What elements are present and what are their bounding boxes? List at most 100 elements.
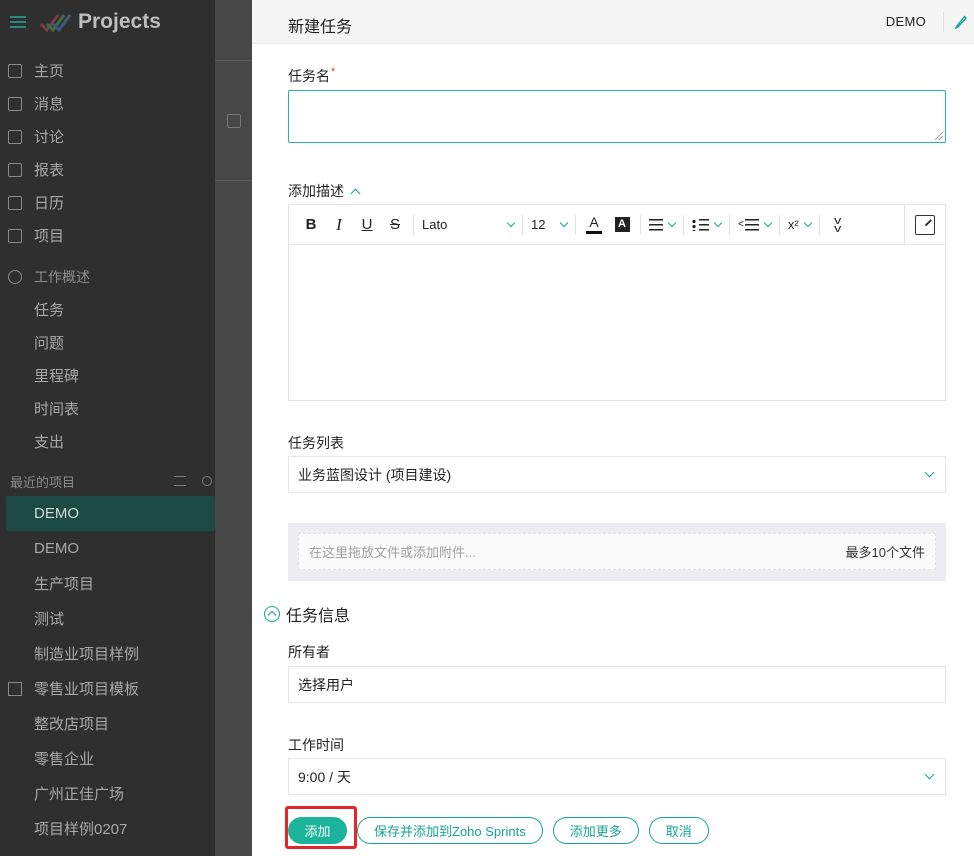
owner-value: 选择用户 <box>298 676 354 693</box>
background-color-button[interactable]: A <box>612 213 632 237</box>
sidebar-item-label: 报表 <box>34 162 65 179</box>
chevron-down-icon <box>667 218 677 227</box>
projects-logo-icon <box>39 14 72 33</box>
font-family-dropdown[interactable]: Lato <box>422 213 516 237</box>
board-icon <box>227 114 241 128</box>
divider <box>729 214 730 235</box>
chevron-down-icon <box>924 769 935 780</box>
description-label: 添加描述 <box>288 183 344 199</box>
superscript-dropdown[interactable]: x² <box>787 213 812 237</box>
search-icon[interactable] <box>202 476 212 486</box>
save-add-sprints-button[interactable]: 保存并添加到Zoho Sprints <box>357 817 543 844</box>
attachment-area: 在这里拖放文件或添加附件... 最多10个文件 <box>288 523 946 581</box>
projects-icon <box>8 228 22 243</box>
filter-icon[interactable] <box>174 476 186 486</box>
divider <box>778 214 780 235</box>
italic-button[interactable]: I <box>329 213 349 237</box>
indent-icon <box>744 218 759 231</box>
list-dropdown[interactable] <box>692 213 723 237</box>
work-time-select[interactable]: 9:00 / 天 <box>288 758 946 795</box>
divider <box>683 214 684 235</box>
align-left-icon <box>649 218 663 231</box>
double-chevron-down-icon: vv <box>834 214 842 235</box>
font-color-glyph: A <box>589 214 599 230</box>
superscript-glyph: x² <box>787 217 799 232</box>
font-color-button[interactable]: A <box>584 213 604 237</box>
collapse-circle-icon <box>8 269 22 284</box>
recent-project-label: 零售业项目模板 <box>34 681 140 698</box>
owner-label: 所有者 <box>288 644 330 660</box>
sidebar-item-label: 项目 <box>34 228 65 245</box>
sidebar-item-label: 主页 <box>34 63 65 80</box>
expand-editor-icon[interactable] <box>915 215 935 235</box>
attachment-placeholder: 在这里拖放文件或添加附件... <box>309 545 476 560</box>
chevron-up-icon <box>350 188 361 199</box>
required-mark: * <box>331 66 336 78</box>
editor-toolbar: B I U S Lato 12 A A < x² vv <box>289 205 945 245</box>
align-dropdown[interactable] <box>649 213 677 237</box>
template-icon <box>8 681 22 696</box>
cancel-button[interactable]: 取消 <box>648 817 709 844</box>
add-button[interactable]: 添加 <box>288 817 347 844</box>
feed-icon <box>8 96 22 111</box>
section-label: 工作概述 <box>34 268 90 285</box>
bold-button[interactable]: B <box>301 213 321 237</box>
attachment-dropzone[interactable]: 在这里拖放文件或添加附件... 最多10个文件 <box>298 533 936 570</box>
background-page <box>215 0 255 856</box>
description-textarea[interactable] <box>289 245 945 400</box>
work-time-label: 工作时间 <box>288 737 344 753</box>
more-tools-button[interactable]: vv <box>828 213 848 237</box>
task-name-input[interactable] <box>288 90 946 143</box>
divider <box>522 214 523 235</box>
chevron-down-icon <box>763 218 773 227</box>
add-more-button[interactable]: 添加更多 <box>552 817 639 844</box>
resize-grip-icon[interactable] <box>935 132 943 140</box>
recent-project-item[interactable]: DEMO <box>6 496 215 531</box>
sidebar-item-label: 讨论 <box>34 129 65 146</box>
description-toggle[interactable]: 添加描述 <box>288 181 361 201</box>
panel-title: 新建任务 <box>288 19 353 36</box>
divider <box>413 214 414 235</box>
owner-select[interactable]: 选择用户 <box>288 666 946 703</box>
underline-button[interactable]: U <box>357 213 377 237</box>
chevron-down-icon <box>924 467 935 478</box>
discuss-icon <box>8 129 22 144</box>
divider <box>640 214 641 235</box>
task-list-label: 任务列表 <box>288 435 344 451</box>
calendar-icon <box>8 195 22 210</box>
menu-icon[interactable] <box>10 16 26 28</box>
chevron-down-icon <box>713 218 723 227</box>
reports-icon <box>8 162 22 177</box>
task-list-select[interactable]: 业务蓝图设计 (项目建设) <box>288 456 946 493</box>
new-task-panel: 新建任务 DEMO 任务名* 添加描述 B I U S Lato 12 A A … <box>252 0 974 856</box>
font-size-dropdown[interactable]: 12 <box>531 213 569 237</box>
color-bar <box>586 231 602 234</box>
font-family-value: Lato <box>422 217 448 232</box>
indent-dropdown[interactable]: < <box>738 213 773 237</box>
task-info-label: 任务信息 <box>286 608 351 625</box>
recent-projects-label: 最近的项目 <box>10 474 76 490</box>
strikethrough-button[interactable]: S <box>385 213 405 237</box>
app-title: Projects <box>78 10 161 33</box>
sidebar-item-label: 消息 <box>34 96 65 113</box>
divider <box>575 214 576 235</box>
font-size-value: 12 <box>531 217 546 232</box>
chevron-down-icon <box>506 218 516 227</box>
home-icon <box>8 63 22 78</box>
panel-header: 新建任务 DEMO <box>252 0 974 44</box>
background-color-glyph: A <box>614 217 630 232</box>
outdent-arrow-icon: < <box>738 219 744 230</box>
work-time-value: 9:00 / 天 <box>298 768 351 785</box>
divider <box>943 12 944 32</box>
panel-footer: 添加 保存并添加到Zoho Sprints 添加更多 取消 <box>288 817 709 844</box>
divider <box>818 214 820 235</box>
collapse-circle-icon <box>264 606 280 622</box>
divider <box>904 205 905 245</box>
edit-pencil-icon[interactable] <box>954 13 968 29</box>
project-name: DEMO <box>885 14 926 29</box>
task-info-toggle[interactable]: 任务信息 <box>264 602 350 626</box>
description-editor: B I U S Lato 12 A A < x² vv <box>288 204 946 401</box>
list-lines-icon <box>699 218 709 231</box>
task-list-value: 业务蓝图设计 (项目建设) <box>298 466 452 483</box>
sidebar-item-label: 日历 <box>34 195 65 212</box>
